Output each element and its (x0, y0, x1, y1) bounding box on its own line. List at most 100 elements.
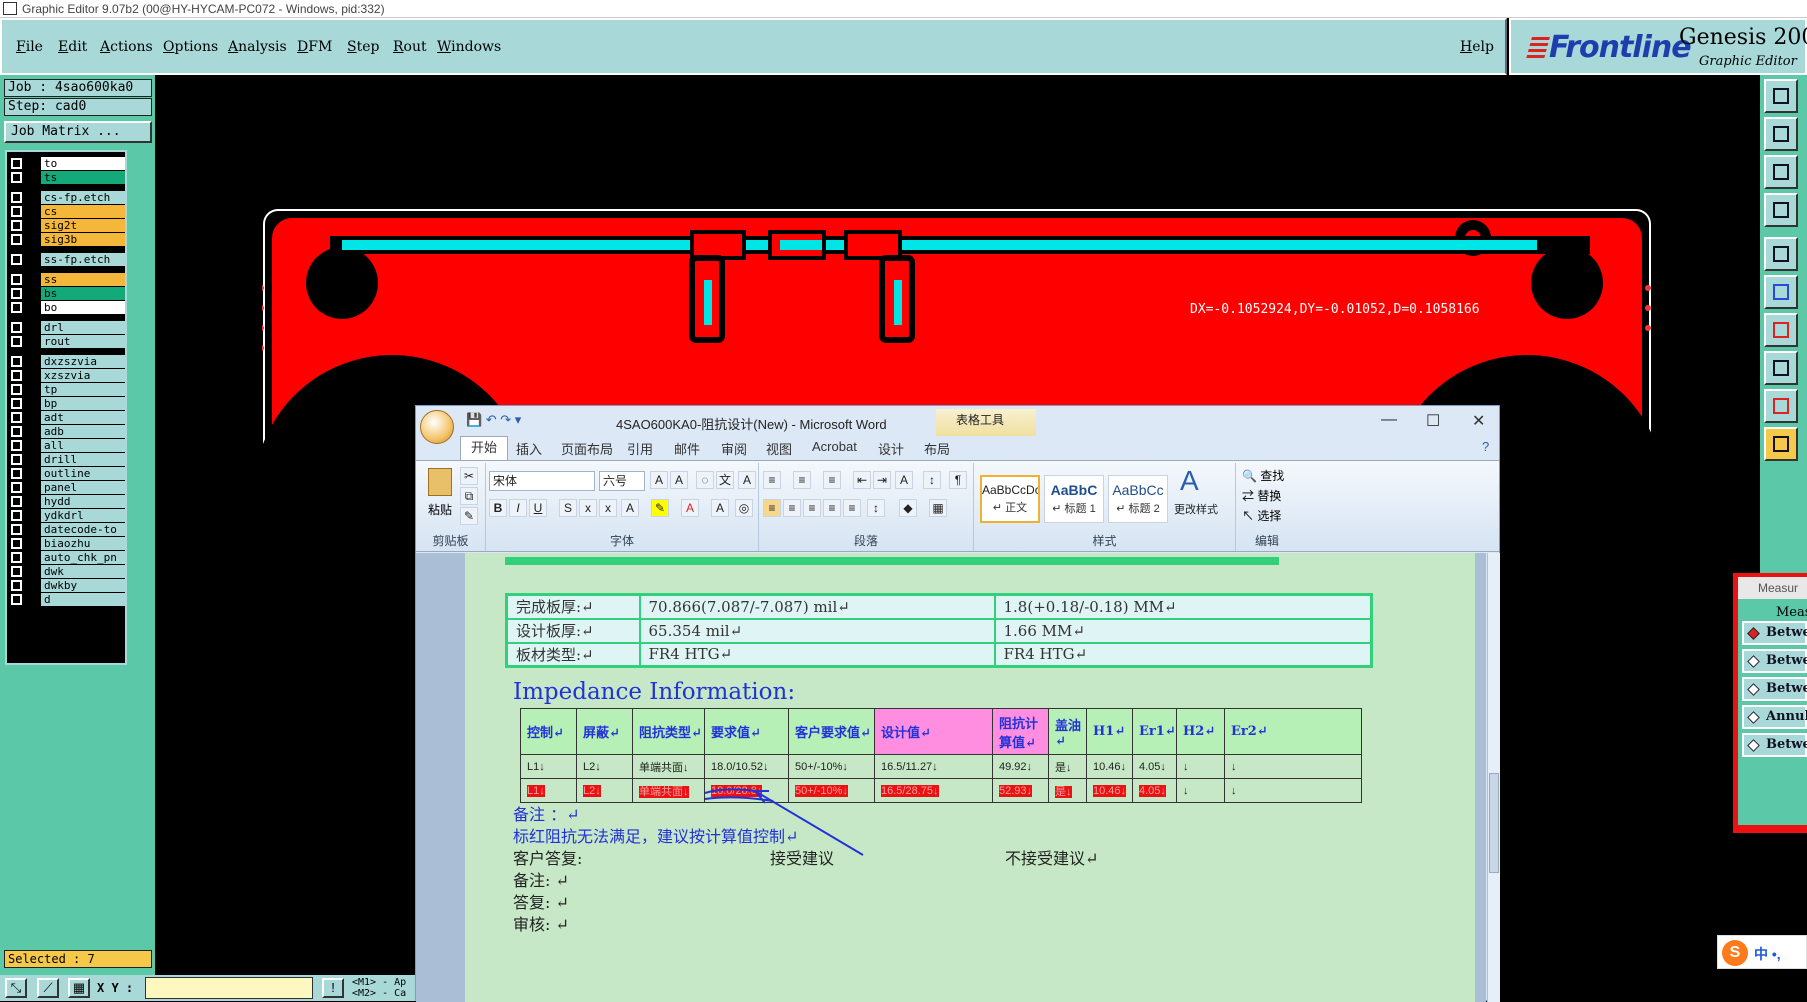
decrease-indent-icon[interactable]: ⇤ (853, 471, 871, 489)
close-button[interactable]: ✕ (1472, 411, 1485, 431)
layer-row-bp[interactable]: bp (7, 397, 125, 410)
font-name-field[interactable]: 宋体 (489, 471, 595, 491)
layer-checkbox[interactable] (11, 192, 22, 203)
scroll-thumb[interactable] (1489, 773, 1499, 873)
layer-row-ss-fp.etch[interactable]: ss-fp.etch (7, 253, 125, 266)
layer-row-rout[interactable]: rout (7, 335, 125, 348)
bold-icon[interactable]: B (489, 499, 507, 517)
show-marks-icon[interactable]: ¶ (949, 471, 967, 489)
change-styles-icon[interactable]: A (1180, 465, 1199, 497)
change-case-icon[interactable]: A (621, 499, 639, 517)
ime-indicator[interactable]: S 中 •, (1717, 935, 1807, 969)
measure-between-1[interactable]: Betwe (1742, 621, 1807, 645)
zoom-icon[interactable]: ⤡ (5, 978, 27, 998)
angle-measure-icon[interactable] (1764, 313, 1798, 347)
layer-row-cs[interactable]: cs (7, 205, 125, 218)
layer-checkbox[interactable] (11, 412, 22, 423)
layer-checkbox[interactable] (11, 288, 22, 299)
layer-row-sig3b[interactable]: sig3b (7, 233, 125, 246)
layer-row-ydkdrl[interactable]: ydkdrl (7, 509, 125, 522)
tab-acrobat[interactable]: Acrobat (812, 439, 857, 454)
fit-view-icon[interactable] (1764, 155, 1798, 189)
layer-checkbox[interactable] (11, 234, 22, 245)
layer-row-adb[interactable]: adb (7, 425, 125, 438)
layer-checkbox[interactable] (11, 454, 22, 465)
font-size-field[interactable]: 六号 (599, 471, 645, 491)
layer-row-bo[interactable]: bo (7, 301, 125, 314)
italic-icon[interactable]: I (509, 499, 527, 517)
shading-icon[interactable]: ◆ (899, 499, 917, 517)
vertical-scrollbar[interactable] (1487, 553, 1500, 1002)
enclose-char-icon[interactable]: ◎ (735, 499, 753, 517)
find-button[interactable]: 🔍 查找 (1242, 467, 1284, 484)
layer-row-bs[interactable]: bs (7, 287, 125, 300)
layer-row-dxzszvia[interactable]: dxzszvia (7, 355, 125, 368)
underline-icon[interactable]: U (529, 499, 547, 517)
layer-row-biaozhu[interactable]: biaozhu (7, 537, 125, 550)
cut-icon[interactable]: ✂ (460, 467, 478, 485)
reject-option[interactable]: 不接受建议↵ (1005, 845, 1098, 869)
view-home-icon[interactable] (1764, 79, 1798, 113)
quick-access-save-icon[interactable]: 💾 ↶ ↷ ▾ (466, 412, 521, 428)
highlight-icon[interactable]: ✎ (651, 499, 669, 517)
clear-format-icon[interactable]: ◌ (696, 471, 714, 489)
measure-annular[interactable]: Annul (1742, 705, 1807, 729)
measure-between-4[interactable]: Betwe (1742, 733, 1807, 757)
layer-checkbox[interactable] (11, 426, 22, 437)
line-spacing-icon[interactable]: ↕ (867, 499, 885, 517)
layer-row-ss[interactable]: ss (7, 273, 125, 286)
numbering-icon[interactable]: ≡ (793, 471, 811, 489)
menu-edit[interactable]: Edit (58, 39, 87, 55)
paste-button[interactable]: 粘贴 (428, 501, 452, 518)
style-heading-2[interactable]: AaBbCc ↵ 标题 2 (1108, 475, 1168, 523)
layer-checkbox[interactable] (11, 322, 22, 333)
layer-row-xzszvia[interactable]: xzszvia (7, 369, 125, 382)
format-painter-icon[interactable]: ✎ (460, 507, 478, 525)
bullets-icon[interactable]: ≡ (763, 471, 781, 489)
layer-checkbox[interactable] (11, 510, 22, 521)
layer-row-all[interactable]: all (7, 439, 125, 452)
layer-checkbox[interactable] (11, 172, 22, 183)
measure-between-2[interactable]: Betwe (1742, 649, 1807, 673)
style-normal[interactable]: AaBbCcDc ↵ 正文 (980, 475, 1040, 523)
phonetic-icon[interactable]: 文 (716, 471, 734, 489)
tab-home[interactable]: 开始 (460, 436, 509, 460)
menu-options[interactable]: Options (163, 39, 218, 55)
char-border-icon[interactable]: A (738, 471, 756, 489)
minimize-button[interactable]: — (1381, 411, 1397, 429)
layer-checkbox[interactable] (11, 440, 22, 451)
layer-row-sig2t[interactable]: sig2t (7, 219, 125, 232)
layer-row-tp[interactable]: tp (7, 383, 125, 396)
shrink-font-icon[interactable]: A (670, 471, 688, 489)
layer-row-auto_chk_pn[interactable]: auto_chk_pn (7, 551, 125, 564)
layer-checkbox[interactable] (11, 524, 22, 535)
select-button[interactable]: ↖ 选择 (1242, 507, 1281, 524)
menu-actions[interactable]: Actions (100, 39, 153, 55)
distributed-icon[interactable]: ≡ (843, 499, 861, 517)
menu-rout[interactable]: Rout (393, 39, 427, 55)
layer-checkbox[interactable] (11, 356, 22, 367)
select-pointer-icon[interactable] (1764, 427, 1798, 461)
layer-checkbox[interactable] (11, 158, 22, 169)
layer-checkbox[interactable] (11, 594, 22, 605)
tab-insert[interactable]: 插入 (516, 439, 542, 458)
tab-layout[interactable]: 布局 (924, 439, 950, 458)
layer-checkbox[interactable] (11, 496, 22, 507)
layer-row-cs-fp.etch[interactable]: cs-fp.etch (7, 191, 125, 204)
menu-help[interactable]: Help (1460, 39, 1494, 55)
menu-windows[interactable]: Windows (437, 39, 501, 55)
layer-row-datecode-to[interactable]: datecode-to (7, 523, 125, 536)
grid-icon[interactable]: ▦ (68, 978, 90, 998)
help-icon[interactable]: ? (1482, 439, 1489, 454)
tab-design[interactable]: 设计 (878, 439, 904, 458)
layer-checkbox[interactable] (11, 274, 22, 285)
connect-icon[interactable] (1764, 275, 1798, 309)
info-icon[interactable]: ! (322, 978, 344, 998)
font-color-icon[interactable]: A (681, 499, 699, 517)
align-center-icon[interactable]: ≡ (783, 499, 801, 517)
multilevel-icon[interactable]: ≡ (823, 471, 841, 489)
snap-icon[interactable] (1764, 237, 1798, 271)
measure-between-3[interactable]: Betwe (1742, 677, 1807, 701)
layer-row-d[interactable]: d (7, 593, 125, 606)
xy-input[interactable] (145, 977, 313, 999)
